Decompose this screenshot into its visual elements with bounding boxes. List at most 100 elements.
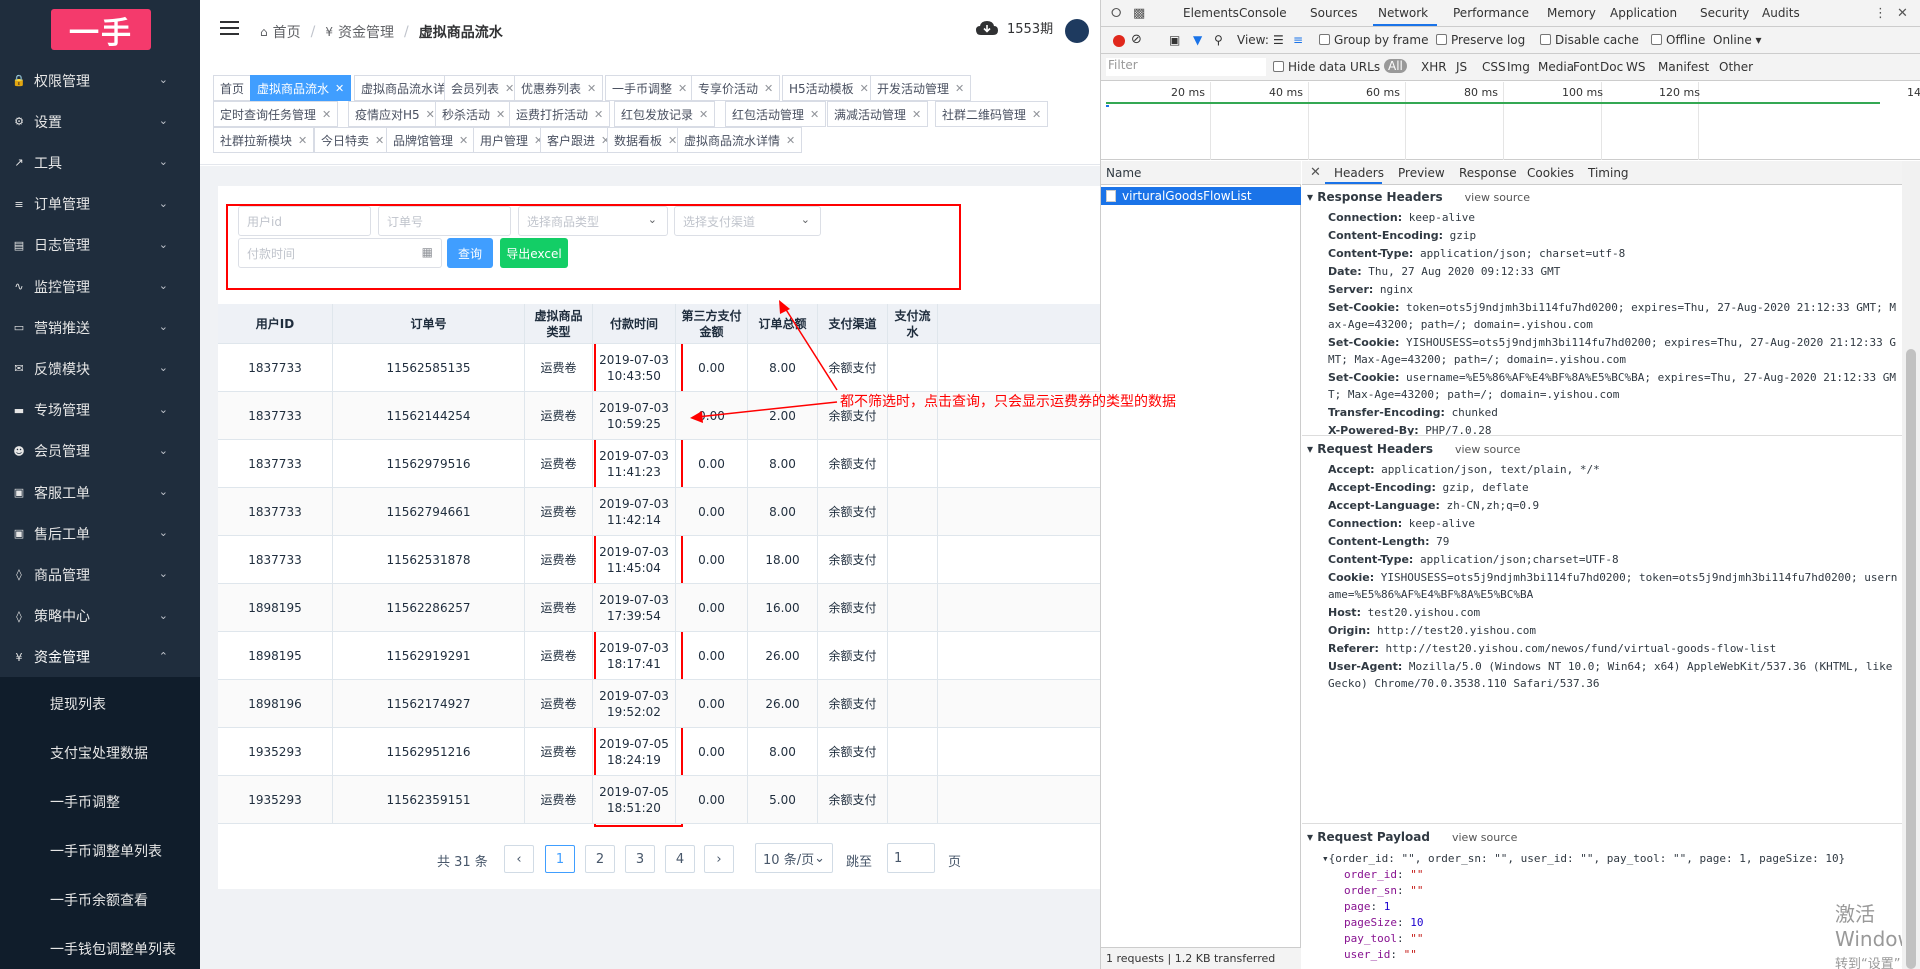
table-row[interactable]: 1898195 11562286257 运费卷 2019-07-03 17:39:54… [218,584,1118,632]
breadcrumb-fund[interactable]: 资金管理 [338,22,394,42]
submenu-item[interactable]: 一手币调整 [0,777,200,826]
tag-20[interactable]: 用户管理 ✕ [473,127,551,153]
page-button[interactable]: 1 [545,845,575,873]
sidebar-item-13[interactable]: ◊ 策略中心 ⌄ [0,596,200,637]
close-icon[interactable]: ✕ [587,82,596,95]
request-payload-section[interactable]: ▾ Request Payload view source [1307,830,1517,844]
page-button[interactable]: 4 [665,845,695,873]
table-row[interactable]: 1837733 11562979516 运费卷 2019-07-03 11:41:23… [218,440,1118,488]
tag-18[interactable]: 今日特卖 ✕ [314,127,392,153]
close-icon[interactable]: ✕ [298,134,307,147]
tag-0[interactable]: 首页 [213,75,252,101]
sidebar-item-2[interactable]: ↗ 工具 ⌄ [0,142,200,183]
pay-time-picker[interactable]: 付款时间 ▦ [238,238,442,268]
view-source-link[interactable]: view source [1452,831,1517,844]
sidebar-item-9[interactable]: ☻ 会员管理 ⌄ [0,431,200,472]
view-source-link[interactable]: view source [1465,191,1530,204]
page-size-select[interactable]: 10 条/页 ⌄ [755,843,833,873]
search-icon[interactable]: ⚲ [1214,33,1223,47]
close-icon[interactable]: ✕ [810,108,819,121]
devtools-tab-elements[interactable]: Elements [1183,6,1239,20]
submenu-item[interactable]: 一手钱包调整单列表 [0,924,200,969]
column-header[interactable]: 虚拟商品类型 [525,304,593,344]
expand-triangle-icon[interactable]: ▾ [1307,830,1317,844]
next-page-button[interactable]: › [704,845,734,873]
close-icon[interactable]: ✕ [678,82,687,95]
detail-tab-response[interactable]: Response [1459,166,1517,180]
column-header[interactable]: 订单号 [333,304,525,344]
close-icon[interactable]: ✕ [668,134,677,147]
submenu-item[interactable]: 提现列表 [0,679,200,728]
close-icon[interactable]: ✕ [594,108,603,121]
device-toolbar-icon[interactable]: ▩ [1133,6,1145,21]
sidebar-item-10[interactable]: ▣ 客服工单 ⌄ [0,472,200,513]
tag-12[interactable]: 运费打折活动 ✕ [509,101,611,127]
page-button[interactable]: 3 [625,845,655,873]
tag-23[interactable]: 虚拟商品流水详情 ✕ [677,127,803,153]
column-header[interactable]: 付款时间 [593,304,676,344]
close-icon[interactable]: ✕ [335,82,344,95]
devtools-tab-sources[interactable]: Sources [1310,6,1357,20]
devtools-tab-performance[interactable]: Performance [1453,6,1529,20]
tag-13[interactable]: 红包发放记录 ✕ [614,101,716,127]
order-sn-input[interactable]: 订单号 [378,206,511,236]
close-icon[interactable]: ✕ [699,108,708,121]
close-icon[interactable]: ✕ [505,82,514,95]
detail-tab-cookies[interactable]: Cookies [1527,166,1574,180]
table-row[interactable]: 1837733 11562794661 运费卷 2019-07-03 11:42:14… [218,488,1118,536]
waterfall-icon[interactable]: ≡ [1293,33,1303,47]
devtools-tab-security[interactable]: Security [1700,6,1749,20]
column-header[interactable]: 支付渠道 [818,304,888,344]
offline-checkbox[interactable]: Offline [1651,33,1705,47]
sidebar-item-14[interactable]: ¥ 资金管理 ⌃ [0,637,200,678]
sidebar-item-3[interactable]: ≡ 订单管理 ⌄ [0,184,200,225]
tag-6[interactable]: 专享价活动 ✕ [691,75,781,101]
filter-type-3[interactable]: JS [1456,60,1467,74]
detail-tab-timing[interactable]: Timing [1588,166,1629,180]
sidebar-item-11[interactable]: ▣ 售后工单 ⌄ [0,513,200,554]
payload-summary[interactable]: ▾{order_id: "", order_sn: "", user_id: "… [1322,851,1845,867]
period-indicator[interactable]: 1553期 [975,18,1053,37]
user-avatar[interactable] [1065,19,1089,43]
filter-input[interactable]: Filter [1106,58,1266,76]
disable-cache-checkbox[interactable]: Disable cache [1540,33,1639,47]
tag-11[interactable]: 秒杀活动 ✕ [435,101,513,127]
column-header[interactable]: 第三方支付金额 [676,304,748,344]
close-icon[interactable]: ✕ [1310,165,1321,180]
screenshot-icon[interactable]: ▣ [1169,33,1180,47]
tag-9[interactable]: 定时查询任务管理 ✕ [213,101,339,127]
tag-16[interactable]: 社群二维码管理 ✕ [935,101,1049,127]
hamburger-menu-icon[interactable] [220,21,239,36]
tag-7[interactable]: H5活动模板 ✕ [782,75,876,101]
tag-21[interactable]: 客户跟进 ✕ [540,127,618,153]
sidebar-item-6[interactable]: ▭ 营销推送 ⌄ [0,307,200,348]
filter-type-2[interactable]: XHR [1421,60,1447,74]
devtools-tab-network[interactable]: Network [1378,6,1428,20]
table-row[interactable]: 1935293 11562951216 运费卷 2019-07-05 18:24:19… [218,728,1118,776]
devtools-tab-application[interactable]: Application [1610,6,1677,20]
close-icon[interactable]: ✕ [912,108,921,121]
more-options-icon[interactable]: ⋮ [1874,6,1887,21]
breadcrumb-home[interactable]: 首页 [273,22,301,42]
table-row[interactable]: 1898195 11562919291 运费卷 2019-07-03 18:17:41… [218,632,1118,680]
table-row[interactable]: 1935293 11562359151 运费卷 2019-07-05 18:51:20… [218,776,1118,824]
detail-scrollbar[interactable] [1902,161,1920,969]
devtools-tab-memory[interactable]: Memory [1547,6,1596,20]
request-row[interactable]: virturalGoodsFlowList [1101,187,1301,205]
expand-triangle-icon[interactable]: ▾ [1307,190,1317,204]
clear-icon[interactable]: ⊘ [1131,32,1142,47]
column-header[interactable]: 订单总额 [748,304,818,344]
table-row[interactable]: 1898196 11562174927 运费卷 2019-07-03 19:52:02… [218,680,1118,728]
tag-8[interactable]: 开发活动管理 ✕ [870,75,972,101]
tag-22[interactable]: 数据看板 ✕ [607,127,685,153]
detail-tab-headers[interactable]: Headers [1334,166,1384,180]
tag-10[interactable]: 疫情应对H5 ✕ [348,101,442,127]
inspect-element-icon[interactable]: ⭘ [1111,6,1121,21]
view-source-link[interactable]: view source [1455,443,1520,456]
prev-page-button[interactable]: ‹ [504,845,534,873]
throttling-select[interactable]: Online ▾ [1713,33,1762,47]
submenu-item[interactable]: 一手币调整单列表 [0,826,200,875]
sidebar-item-8[interactable]: ▬ 专场管理 ⌄ [0,390,200,431]
search-button[interactable]: 查询 [447,238,493,268]
jump-input[interactable]: 1 [887,843,935,873]
